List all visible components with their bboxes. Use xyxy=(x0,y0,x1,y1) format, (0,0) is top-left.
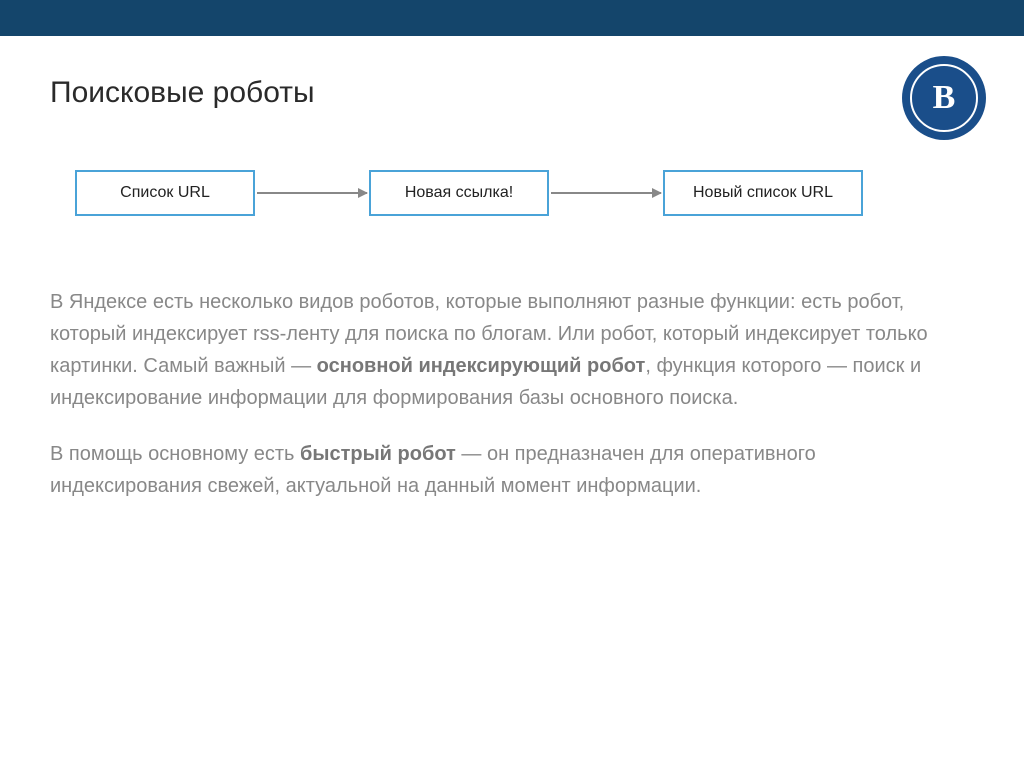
diagram-box-new-url-list: Новый список URL xyxy=(663,170,863,216)
arrow-icon xyxy=(257,192,367,194)
top-bar xyxy=(0,0,1024,36)
diagram-box-url-list: Список URL xyxy=(75,170,255,216)
arrow-icon xyxy=(551,192,661,194)
hse-logo: В xyxy=(902,56,986,140)
paragraph-1: В Яндексе есть несколько видов роботов, … xyxy=(50,286,970,414)
hse-logo-letter: В xyxy=(910,64,978,132)
paragraph-2: В помощь основному есть быстрый робот — … xyxy=(50,438,970,502)
slide-content: В Поисковые роботы Список URL Новая ссыл… xyxy=(0,36,1024,502)
page-title: Поисковые роботы xyxy=(50,76,974,110)
text-span: В помощь основному есть xyxy=(50,443,300,465)
bold-fast-robot: быстрый робот xyxy=(300,443,456,465)
diagram-box-new-link: Новая ссылка! xyxy=(369,170,549,216)
flow-diagram: Список URL Новая ссылка! Новый список UR… xyxy=(75,170,974,216)
bold-main-robot: основной индексирующий робот xyxy=(317,355,646,377)
